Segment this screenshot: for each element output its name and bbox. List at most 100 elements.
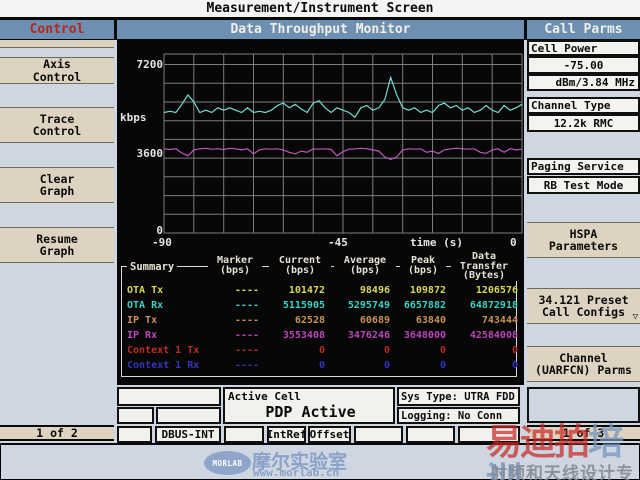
header-band: Control Data Throughput Monitor Call Par… xyxy=(0,17,640,40)
average-value: 3476246 xyxy=(328,330,390,342)
resume-graph-button[interactable]: Resume Graph xyxy=(0,227,114,263)
offset-indicator: Offset xyxy=(308,426,351,443)
summary-row-0: OTA Tx ---- 101472 98496 109872 1206576 xyxy=(122,285,516,297)
average-value: 98496 xyxy=(328,285,390,297)
data-transfer-value: 743444 xyxy=(448,315,518,327)
cell-power-label: Cell Power xyxy=(527,40,640,56)
paging-service-label: Paging Service xyxy=(527,158,640,175)
left-page-indicator: 1 of 2 xyxy=(0,425,114,441)
softkey-strip xyxy=(0,40,114,48)
channel-type-label: Channel Type xyxy=(527,97,640,114)
col-header-current: Current (bps) xyxy=(269,256,331,275)
data-transfer-value: 64872918 xyxy=(448,300,518,312)
morlab-logo: MORLAB xyxy=(204,451,251,475)
summary-table: Summary Marker (bps) Current (bps) Avera… xyxy=(121,266,517,377)
status-box-empty xyxy=(354,426,403,443)
summary-row-2: IP Tx ---- 62528 60689 63840 743444 xyxy=(122,315,516,327)
average-value: 5295749 xyxy=(328,300,390,312)
average-value: 60689 xyxy=(328,315,390,327)
current-value: 3553408 xyxy=(261,330,325,342)
col-header-peak: Peak (bps) xyxy=(400,256,446,275)
logging-status-box: Logging: No Conn xyxy=(397,407,520,424)
preset-call-configs-button[interactable]: 34.121 Preset Call Configs ▽ xyxy=(527,288,640,324)
graph-title: Data Throughput Monitor xyxy=(117,20,524,39)
peak-value: 6657882 xyxy=(386,300,446,312)
summary-row-4: Context 1 Tx ---- 0 0 0 0 xyxy=(122,345,516,357)
trace-control-button[interactable]: Trace Control xyxy=(0,107,114,143)
status-box-empty xyxy=(117,426,152,443)
y-tick-7200: 7200 xyxy=(125,59,163,71)
marker-value: ---- xyxy=(199,300,259,312)
col-header-average: Average (bps) xyxy=(334,256,396,275)
throughput-monitor-area: 7200 kbps 3600 0 -90 -45 time (s) 0 Summ… xyxy=(117,40,524,385)
status-box-empty xyxy=(117,407,154,424)
current-value: 5115905 xyxy=(261,300,325,312)
hspa-parameters-button[interactable]: HSPA Parameters xyxy=(527,222,640,258)
status-area: Active Cell PDP Active Sys Type: UTRA FD… xyxy=(117,385,524,443)
call-status-box: Active Cell PDP Active xyxy=(223,387,395,424)
clear-graph-button[interactable]: Clear Graph xyxy=(0,167,114,203)
throughput-plot xyxy=(117,40,524,255)
marker-value: ---- xyxy=(199,330,259,342)
marker-value: ---- xyxy=(199,360,259,372)
morlab-url-watermark: www.morlab.cn xyxy=(253,466,339,479)
data-transfer-value: 0 xyxy=(448,360,518,372)
y-axis-unit: kbps xyxy=(120,112,158,124)
channel-uarfcn-parms-button[interactable]: Channel (UARFCN) Parms xyxy=(527,346,640,382)
left-softkey-panel: Axis Control Trace Control Clear Graph R… xyxy=(0,40,114,443)
control-panel-header: Control xyxy=(0,20,114,39)
current-value: 0 xyxy=(261,345,325,357)
summary-row-5: Context 1 Rx ---- 0 0 0 0 xyxy=(122,360,516,372)
intref-indicator: IntRef xyxy=(267,426,306,443)
yidian-subtitle-watermark: 射频和天线设计专家 xyxy=(490,459,640,480)
y-tick-3600: 3600 xyxy=(125,148,163,160)
paging-service-value[interactable]: RB Test Mode xyxy=(527,176,640,194)
average-value: 0 xyxy=(328,345,390,357)
data-transfer-value: 42584008 xyxy=(448,330,518,342)
x-tick-0: 0 xyxy=(510,237,517,249)
peak-value: 3648000 xyxy=(386,330,446,342)
bottom-divider xyxy=(0,443,640,445)
data-transfer-value: 1206576 xyxy=(448,285,518,297)
data-transfer-value: 0 xyxy=(448,345,518,357)
call-parms-header: Call Parms xyxy=(527,20,640,39)
pdp-status: PDP Active xyxy=(228,403,393,421)
marker-value: ---- xyxy=(199,285,259,297)
x-tick-neg90: -90 xyxy=(152,237,172,249)
x-tick-neg45: -45 xyxy=(328,237,348,249)
status-box-empty xyxy=(224,426,264,443)
right-page-indicator: 1 of 3 xyxy=(527,425,640,441)
axis-control-button[interactable]: Axis Control xyxy=(0,57,114,84)
col-header-data-transfer: Data Transfer (Bytes) xyxy=(451,252,517,281)
status-box-empty xyxy=(527,387,640,423)
call-parms-panel: Cell Power -75.00 dBm/3.84 MHz Channel T… xyxy=(527,40,640,443)
status-box-empty xyxy=(117,387,221,406)
marker-value: ---- xyxy=(199,345,259,357)
x-axis-label: time (s) xyxy=(410,237,463,249)
cell-power-unit: dBm/3.84 MHz xyxy=(527,74,640,91)
channel-type-value[interactable]: 12.2k RMC xyxy=(527,114,640,132)
status-box-empty xyxy=(156,407,221,424)
current-value: 62528 xyxy=(261,315,325,327)
status-box-empty xyxy=(458,426,520,443)
current-value: 101472 xyxy=(261,285,325,297)
current-value: 0 xyxy=(261,360,325,372)
summary-row-3: IP Rx ---- 3553408 3476246 3648000 42584… xyxy=(122,330,516,342)
morlab-name-watermark: 摩尔实验室 xyxy=(252,447,347,474)
preset-call-configs-label: 34.121 Preset Call Configs xyxy=(538,294,628,319)
col-header-marker: Marker (bps) xyxy=(208,256,262,275)
active-cell-label: Active Cell xyxy=(228,390,301,403)
screen-title: Measurement/Instrument Screen xyxy=(0,0,640,17)
sys-type-box: Sys Type: UTRA FDD xyxy=(397,387,520,406)
cell-power-value[interactable]: -75.00 xyxy=(527,56,640,74)
more-options-icon: ▽ xyxy=(633,311,638,324)
average-value: 0 xyxy=(328,360,390,372)
peak-value: 0 xyxy=(386,360,446,372)
status-box-empty xyxy=(406,426,455,443)
summary-row-1: OTA Rx ---- 5115905 5295749 6657882 6487… xyxy=(122,300,516,312)
instrument-screen: Measurement/Instrument Screen Control Da… xyxy=(0,0,640,480)
peak-value: 0 xyxy=(386,345,446,357)
peak-value: 109872 xyxy=(386,285,446,297)
peak-value: 63840 xyxy=(386,315,446,327)
marker-value: ---- xyxy=(199,315,259,327)
